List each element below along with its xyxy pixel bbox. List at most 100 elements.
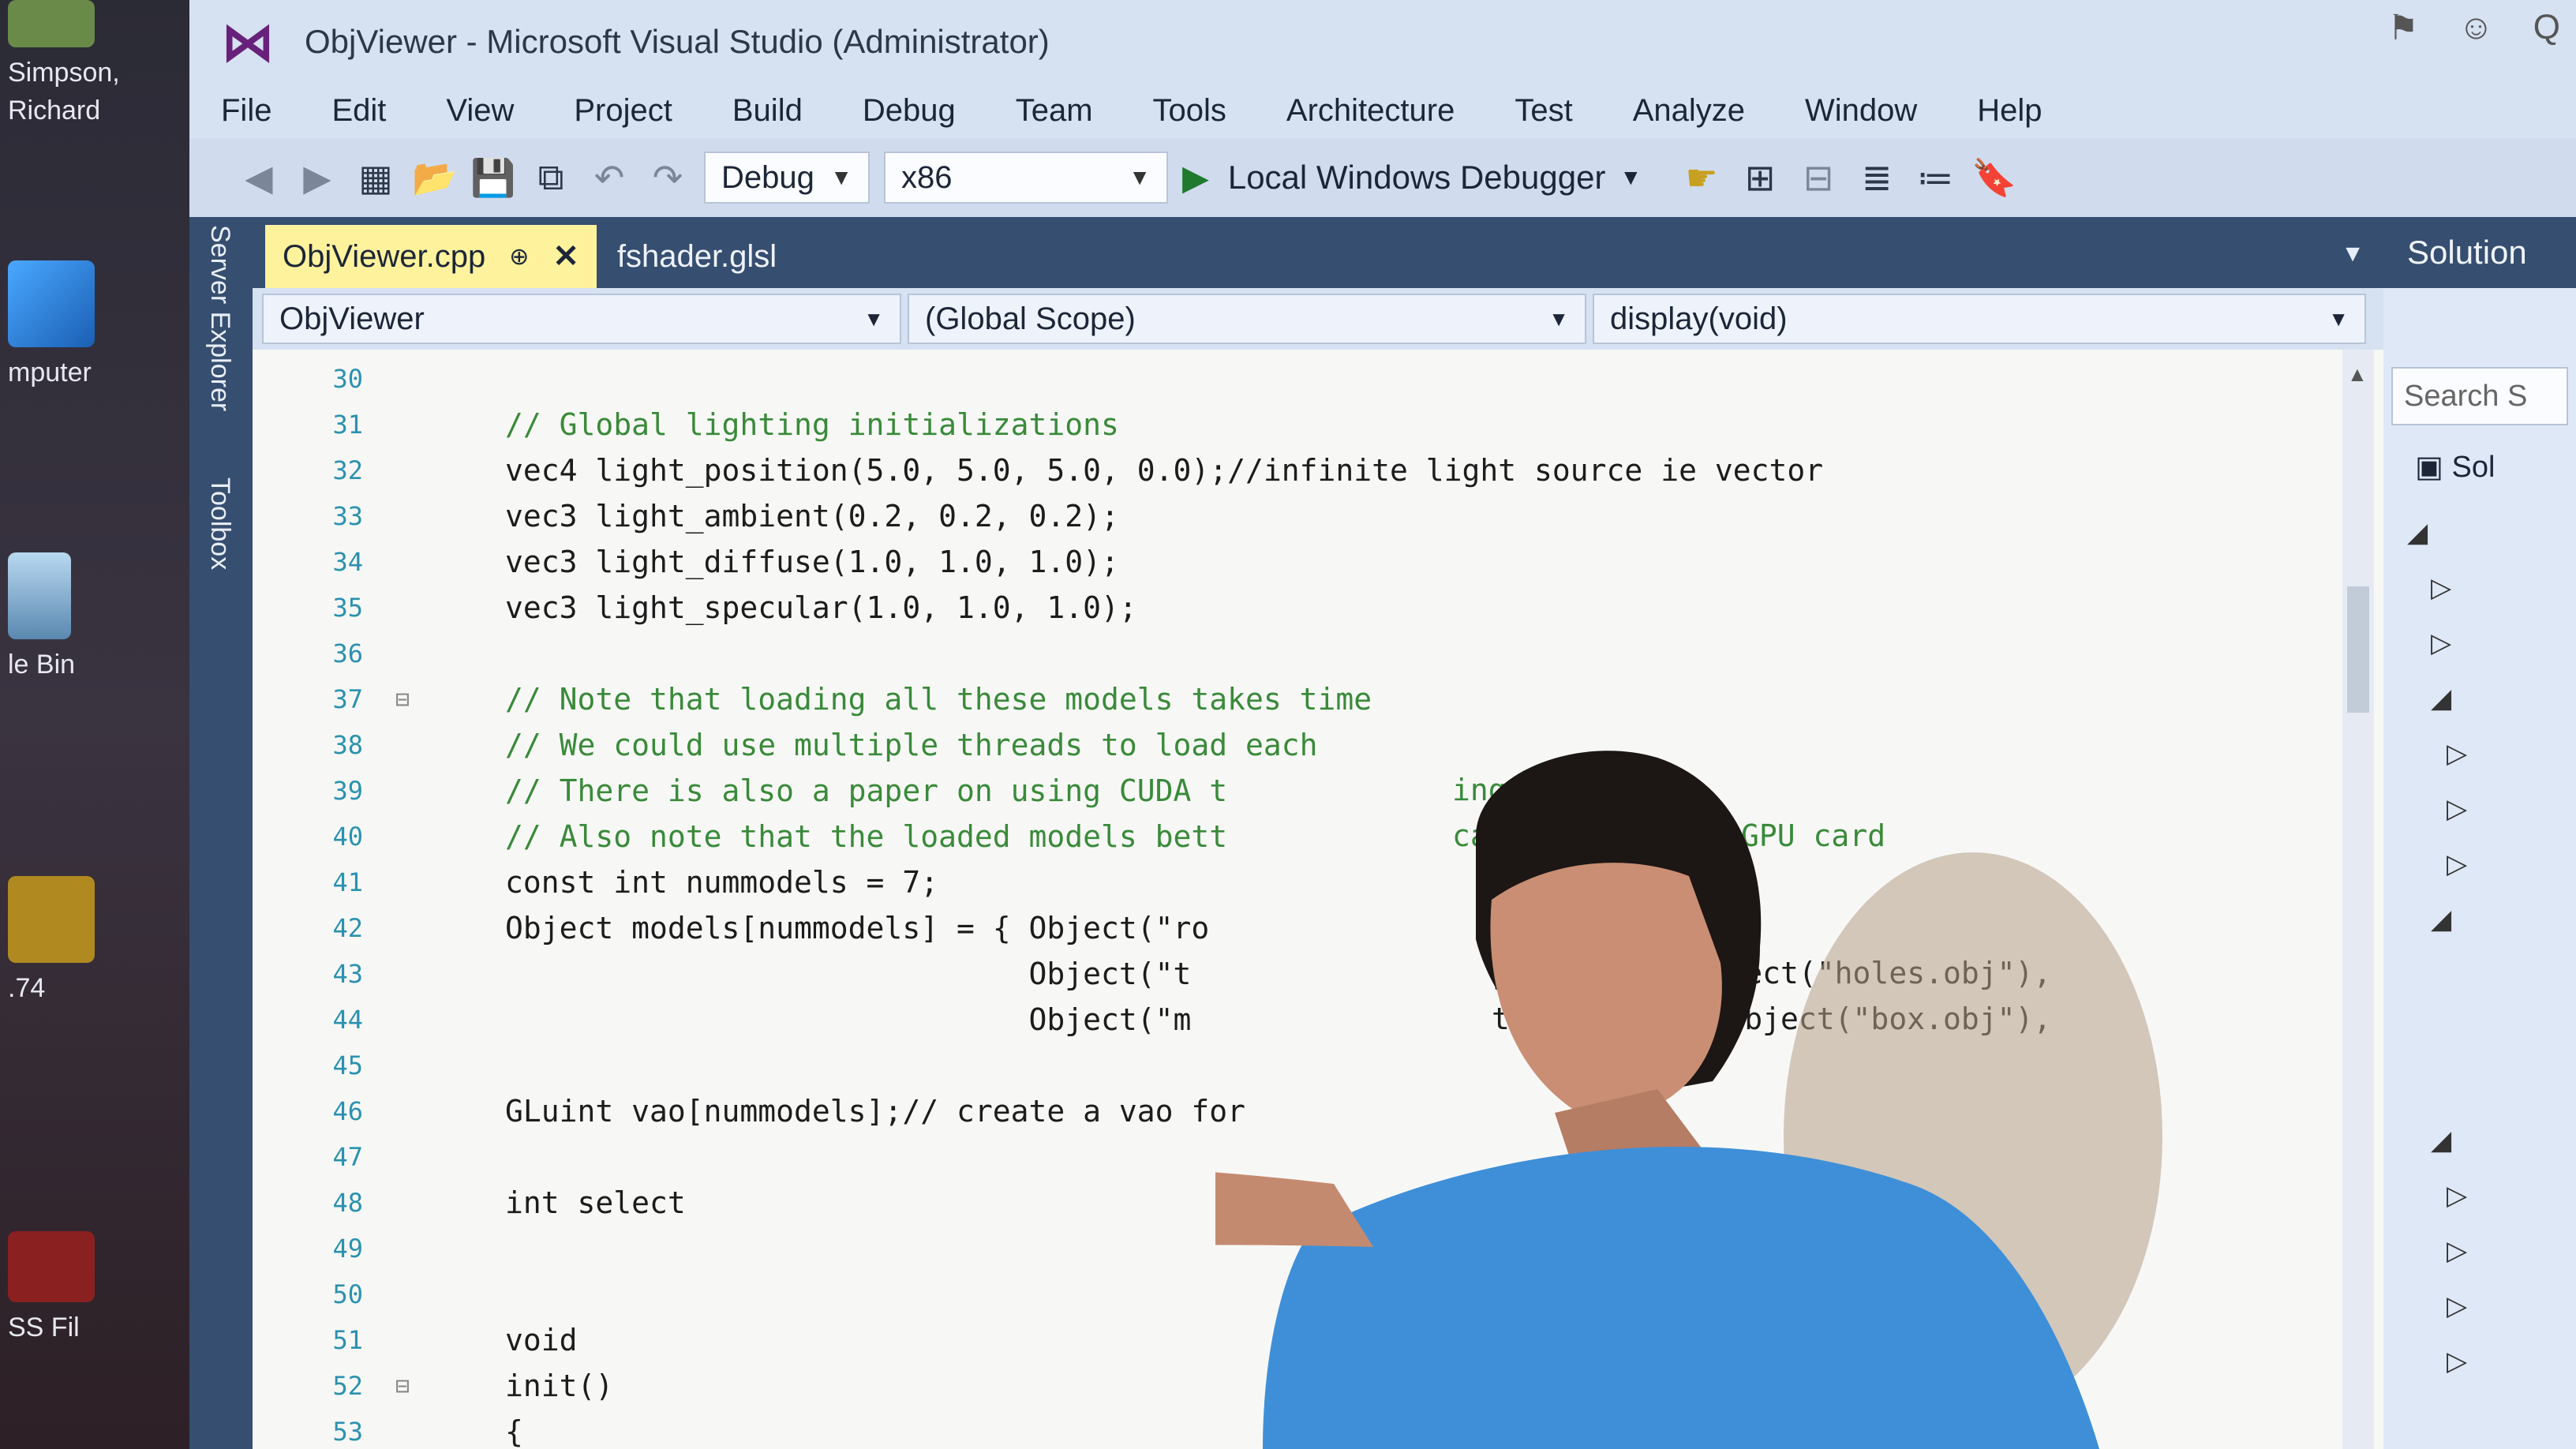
solution-search-input[interactable]: Search S: [2391, 367, 2568, 425]
tree-collapse-icon[interactable]: ▷: [2447, 738, 2467, 769]
code-line[interactable]: 32 vec4 light_position(5.0, 5.0, 5.0, 0.0…: [253, 447, 2336, 493]
scroll-up-icon[interactable]: ▲: [2347, 362, 2368, 387]
tree-expand-icon[interactable]: ◢: [2431, 683, 2451, 714]
desktop-icon-file[interactable]: SS Fil: [8, 1231, 118, 1346]
bookmark-icon[interactable]: 🔖: [1971, 156, 2016, 200]
code-line[interactable]: 33 vec3 light_ambient(0.2, 0.2, 0.2);: [253, 493, 2336, 539]
code-text: // Note that loading all these models ta…: [505, 682, 1372, 717]
platform-value: x86: [901, 159, 953, 195]
notification-flag-icon[interactable]: ⚑: [2387, 8, 2418, 48]
desktop-icon-label: mputer: [8, 358, 92, 388]
menu-architecture[interactable]: Architecture: [1255, 93, 1483, 129]
code-line[interactable]: 35 vec3 light_specular(1.0, 1.0, 1.0);: [253, 585, 2336, 631]
editor-vertical-scrollbar[interactable]: ▲: [2342, 350, 2374, 1449]
code-line[interactable]: 34 vec3 light_diffuse(1.0, 1.0, 1.0);: [253, 539, 2336, 585]
desktop-icon-label: SS Fil: [8, 1312, 80, 1342]
fold-toggle-icon[interactable]: ⊟: [387, 1372, 418, 1400]
tree-expand-icon[interactable]: ◢: [2431, 1125, 2451, 1156]
save-icon[interactable]: 💾: [470, 156, 515, 200]
menu-debug[interactable]: Debug: [831, 93, 984, 129]
menu-build[interactable]: Build: [701, 93, 831, 129]
menu-tools[interactable]: Tools: [1121, 93, 1255, 129]
desktop-icon-computer[interactable]: mputer: [8, 260, 118, 391]
visual-studio-window: ⋈ ObjViewer - Microsoft Visual Studio (A…: [189, 0, 2576, 1449]
fold-toggle-icon[interactable]: ⊟: [387, 686, 418, 713]
play-icon: ▶: [1182, 158, 1209, 197]
uncomment-icon[interactable]: ⊟: [1796, 156, 1840, 199]
tree-collapse-icon[interactable]: ▷: [2447, 1180, 2467, 1211]
server-explorer-tab[interactable]: Server Explorer: [204, 225, 235, 411]
menu-edit[interactable]: Edit: [300, 93, 414, 129]
tab-objviewer-cpp[interactable]: ObjViewer.cpp ⊕ ✕: [265, 225, 597, 288]
menu-view[interactable]: View: [414, 93, 542, 129]
start-debugging-button[interactable]: ▶ Local Windows Debugger ▼: [1182, 158, 1642, 198]
pin-icon[interactable]: ⊕: [509, 243, 529, 271]
menu-help[interactable]: Help: [1945, 93, 2070, 129]
menu-test[interactable]: Test: [1483, 93, 1601, 129]
outdent-icon[interactable]: ≔: [1913, 156, 1957, 199]
code-line[interactable]: 31 // Global lighting initializations: [253, 402, 2336, 447]
code-line[interactable]: 37 ⊟ // Note that loading all these models…: [253, 676, 2336, 722]
new-project-icon[interactable]: ▦: [354, 156, 398, 199]
desktop-icon-recycle-bin[interactable]: le Bin: [8, 552, 118, 683]
side-tool-tabs: Server Explorer Toolbox: [189, 217, 253, 1449]
solution-platform-dropdown[interactable]: x86 ▼: [884, 152, 1168, 204]
line-number: 32: [332, 455, 363, 485]
tree-collapse-icon[interactable]: ▷: [2447, 1290, 2467, 1322]
menu-analyze[interactable]: Analyze: [1601, 93, 1773, 129]
indent-icon[interactable]: ≣: [1855, 156, 1899, 199]
menu-project[interactable]: Project: [542, 93, 701, 129]
tree-collapse-icon[interactable]: ▷: [2447, 793, 2467, 825]
save-all-icon[interactable]: ⧉: [529, 155, 573, 200]
tab-fshader-glsl[interactable]: fshader.glsl: [597, 225, 797, 288]
browse-icon[interactable]: ☛: [1679, 156, 1724, 199]
redo-icon[interactable]: ↷: [646, 156, 690, 199]
line-number: 30: [332, 364, 363, 394]
project-name: ObjViewer: [279, 301, 425, 336]
code-line[interactable]: 36: [253, 631, 2336, 676]
menu-window[interactable]: Window: [1773, 93, 1945, 129]
navigation-bar: ObjViewer ▼ (Global Scope) ▼ display(voi…: [253, 288, 2383, 350]
quick-launch-box[interactable]: Q: [2533, 8, 2560, 48]
comment-icon[interactable]: ⊞: [1738, 156, 1782, 199]
tree-expand-icon[interactable]: ◢: [2431, 904, 2451, 935]
close-icon[interactable]: ✕: [552, 238, 579, 275]
visual-studio-logo-icon: ⋈: [222, 12, 274, 71]
tree-collapse-icon[interactable]: ▷: [2447, 1346, 2467, 1377]
scrollbar-thumb[interactable]: [2347, 586, 2369, 713]
undo-icon[interactable]: ↶: [587, 156, 631, 199]
feedback-icon[interactable]: ☺: [2458, 8, 2494, 48]
open-file-icon[interactable]: 📂: [412, 156, 457, 200]
tab-label: fshader.glsl: [616, 238, 777, 274]
tree-collapse-icon[interactable]: ▷: [2447, 848, 2467, 880]
line-number: 40: [332, 822, 363, 852]
tab-overflow-chevron-icon[interactable]: ▼: [2341, 241, 2364, 268]
navigate-forward-icon[interactable]: ▶: [295, 156, 339, 199]
code-line[interactable]: 30: [253, 356, 2336, 402]
code-text: // We could use multiple threads to load…: [505, 728, 1318, 762]
code-text: {: [505, 1414, 523, 1449]
member-dropdown[interactable]: display(void) ▼: [1593, 294, 2366, 344]
navigate-back-icon[interactable]: ◀: [237, 156, 281, 199]
title-bar-controls: ⚑ ☺ Q: [2387, 8, 2560, 48]
project-dropdown[interactable]: ObjViewer ▼: [262, 294, 901, 344]
title-bar: ⋈ ObjViewer - Microsoft Visual Studio (A…: [189, 0, 2576, 83]
toolbox-tab[interactable]: Toolbox: [204, 477, 235, 570]
scope-dropdown[interactable]: (Global Scope) ▼: [908, 294, 1586, 344]
desktop-icon-user[interactable]: Simpson, Richard: [8, 0, 120, 129]
menu-team[interactable]: Team: [984, 93, 1121, 129]
chevron-down-icon: ▼: [1548, 306, 1569, 331]
solution-root-item[interactable]: ▣ Sol: [2415, 449, 2576, 485]
app-shortcut-icon: [8, 876, 95, 963]
solution-configuration-dropdown[interactable]: Debug ▼: [704, 152, 870, 204]
computer-icon: [8, 260, 95, 347]
code-text: vec3 light_specular(1.0, 1.0, 1.0);: [505, 590, 1137, 625]
line-number: 43: [332, 959, 363, 989]
tree-collapse-icon[interactable]: ▷: [2447, 1235, 2467, 1267]
tree-expand-icon[interactable]: ◢: [2407, 517, 2428, 549]
tree-collapse-icon[interactable]: ▷: [2431, 572, 2451, 604]
code-text: Object("m: [505, 1002, 1192, 1037]
menu-file[interactable]: File: [189, 93, 300, 129]
desktop-icon-app[interactable]: .74: [8, 876, 118, 1007]
tree-collapse-icon[interactable]: ▷: [2431, 627, 2451, 659]
